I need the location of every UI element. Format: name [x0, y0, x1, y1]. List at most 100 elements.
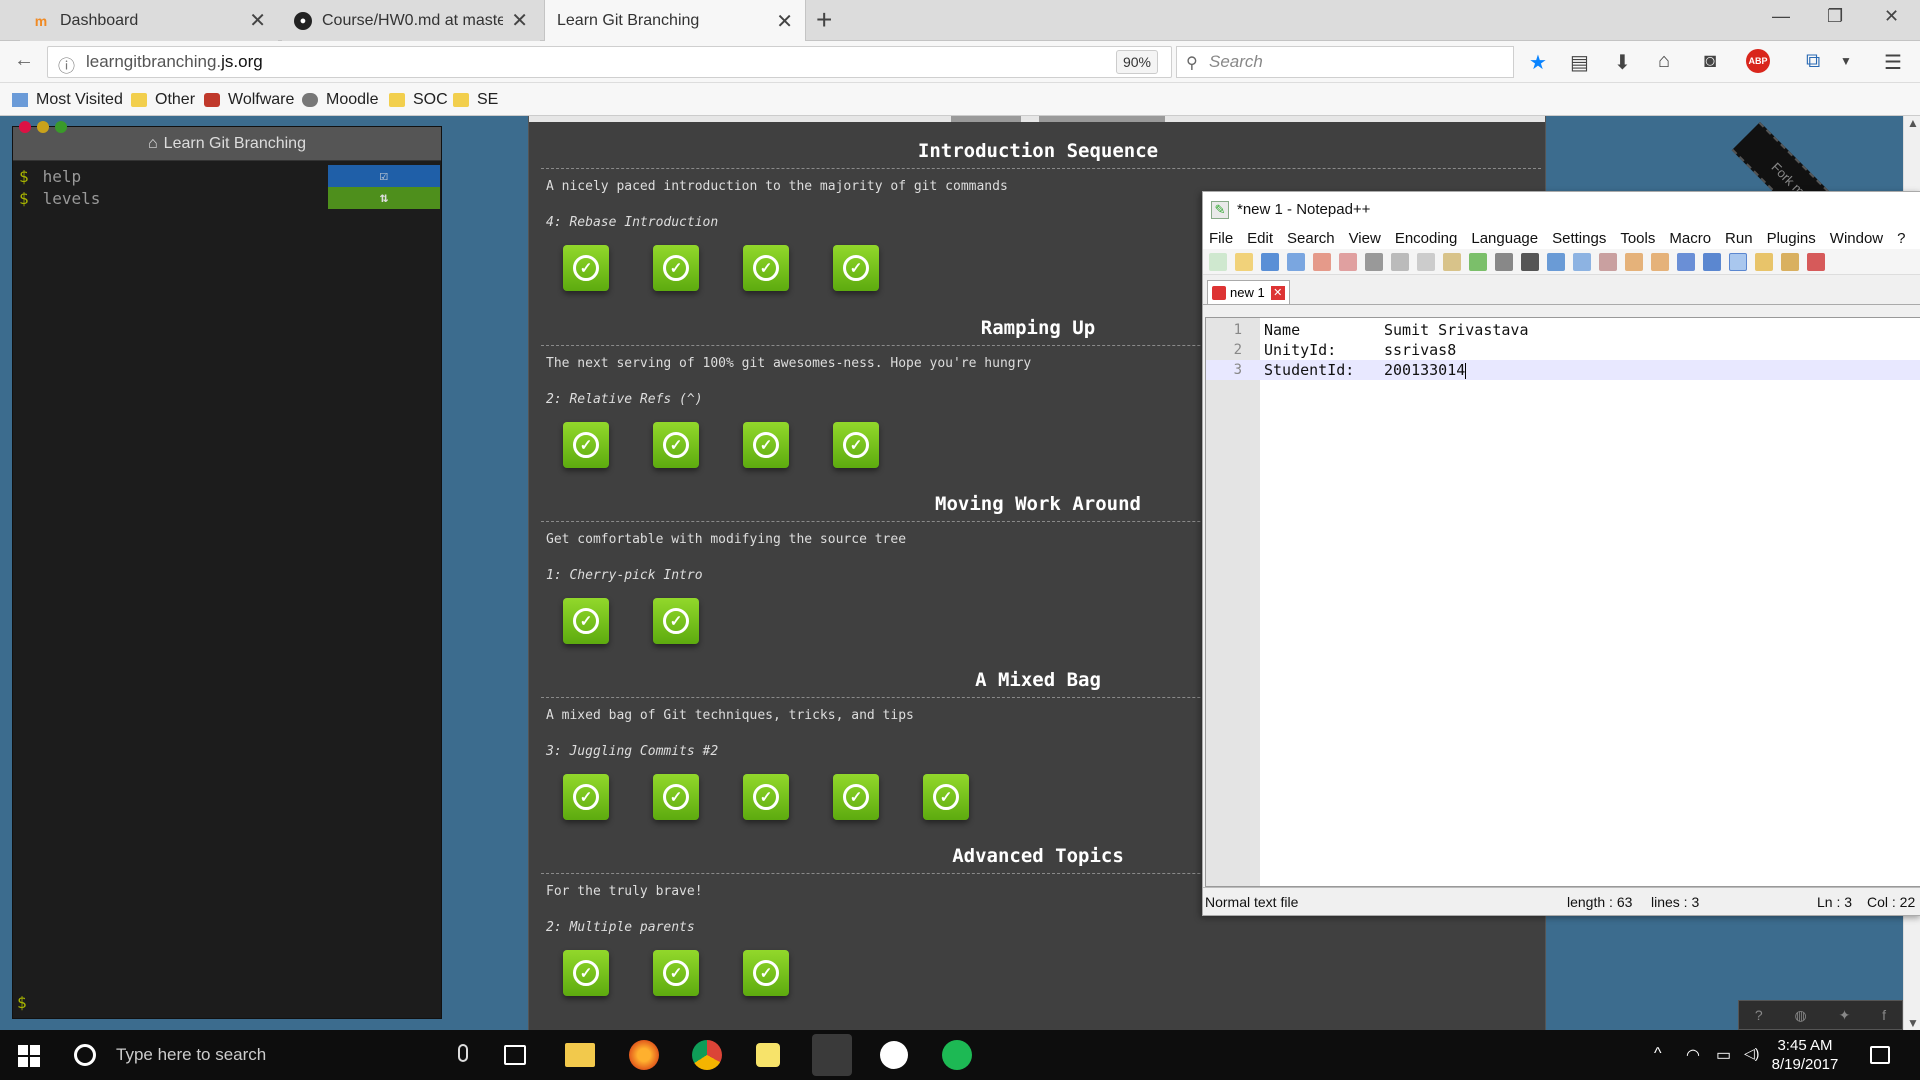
home-icon[interactable]: ⌂ — [1658, 50, 1670, 73]
level-icon[interactable]: ✓ — [653, 774, 699, 820]
show-all-chars-icon[interactable] — [1703, 252, 1721, 271]
indent-guide-icon[interactable] — [1729, 252, 1747, 271]
menu-view[interactable]: View — [1349, 230, 1381, 247]
cut-icon[interactable] — [1391, 252, 1409, 271]
level-icon[interactable]: ✓ — [653, 245, 699, 291]
pocket-icon[interactable]: ◙ — [1704, 50, 1716, 73]
translate-icon[interactable]: ⧉ — [1806, 50, 1820, 73]
close-all-icon[interactable] — [1339, 252, 1357, 271]
tab-github-course[interactable]: ● Course/HW0.md at master · ✕ — [282, 0, 540, 41]
level-icon[interactable]: ✓ — [833, 422, 879, 468]
find-icon[interactable] — [1521, 252, 1539, 271]
level-icon[interactable]: ✓ — [743, 950, 789, 996]
menu-file[interactable]: File — [1209, 230, 1233, 247]
terminal-command-line[interactable]: $ help ☑ — [13, 165, 441, 187]
notepad-tab-new1[interactable]: new 1 ✕ — [1207, 280, 1290, 304]
zoom-in-icon[interactable] — [1573, 252, 1591, 271]
bookmark-wolfware[interactable]: Wolfware — [204, 91, 294, 109]
bookmark-other[interactable]: Other — [131, 91, 195, 109]
task-view-icon[interactable] — [504, 1045, 526, 1065]
facebook-icon[interactable]: f — [1882, 1007, 1886, 1023]
menu-edit[interactable]: Edit — [1247, 230, 1273, 247]
file-explorer-icon[interactable] — [565, 1043, 595, 1067]
level-icon[interactable]: ✓ — [743, 774, 789, 820]
level-icon[interactable]: ✓ — [653, 950, 699, 996]
menu-language[interactable]: Language — [1471, 230, 1538, 247]
menu-window[interactable]: Window — [1830, 230, 1883, 247]
bookmark-soc[interactable]: SOC — [389, 91, 448, 109]
open-file-icon[interactable] — [1235, 252, 1253, 271]
bookmark-se[interactable]: SE — [453, 91, 498, 109]
editor-line-current[interactable]: 3 StudentId: 200133014 — [1206, 360, 1920, 380]
taskbar-clock[interactable]: 3:45 AM 8/19/2017 — [1750, 1036, 1860, 1074]
scroll-up-icon[interactable]: ▲ — [1907, 116, 1919, 130]
wifi-icon[interactable]: ◠ — [1686, 1045, 1700, 1065]
levels-tab-main[interactable] — [951, 116, 1021, 122]
text-editor[interactable]: 1 Name Sumit Srivastava 2 UnityId: ssrivas… — [1205, 317, 1920, 887]
reading-list-icon[interactable]: ▤ — [1570, 50, 1589, 75]
restore-icon[interactable]: ❐ — [1827, 6, 1843, 27]
record-macro-icon[interactable] — [1807, 252, 1825, 271]
level-icon[interactable]: ✓ — [833, 774, 879, 820]
info-icon[interactable]: ⓘ — [58, 52, 75, 77]
print-icon[interactable] — [1365, 252, 1383, 271]
level-icon[interactable]: ✓ — [563, 245, 609, 291]
copy-icon[interactable] — [1417, 252, 1435, 271]
level-icon[interactable]: ✓ — [563, 774, 609, 820]
twitter-icon[interactable]: ✦ — [1839, 1007, 1851, 1024]
menu-tools[interactable]: Tools — [1620, 230, 1655, 247]
url-bar[interactable]: ⓘ learngitbranching.js.org 90% ↻ — [47, 46, 1197, 78]
close-icon[interactable]: ✕ — [511, 8, 528, 33]
terminal-input-prompt[interactable]: $ — [17, 993, 27, 1012]
tab-dashboard[interactable]: m Dashboard ✕ — [20, 0, 278, 41]
close-file-icon[interactable] — [1313, 252, 1331, 271]
bookmark-star-icon[interactable]: ★ — [1529, 50, 1547, 75]
adblock-plus-icon[interactable]: ABP — [1746, 49, 1770, 73]
level-icon[interactable]: ✓ — [923, 774, 969, 820]
sync-vertical-icon[interactable] — [1625, 252, 1643, 271]
new-file-icon[interactable] — [1209, 252, 1227, 271]
word-wrap-icon[interactable] — [1677, 252, 1695, 271]
level-icon[interactable]: ✓ — [833, 245, 879, 291]
save-all-icon[interactable] — [1287, 252, 1305, 271]
search-input[interactable]: ⚲ Search — [1176, 46, 1514, 78]
menu-settings[interactable]: Settings — [1552, 230, 1606, 247]
close-icon[interactable]: ✕ — [1270, 285, 1285, 300]
scroll-down-icon[interactable]: ▼ — [1907, 1016, 1919, 1030]
tab-learn-git-branching[interactable]: Learn Git Branching ✕ — [544, 0, 806, 42]
globe-icon[interactable]: ◍ — [1795, 1007, 1807, 1024]
close-icon[interactable]: ✕ — [776, 9, 793, 34]
menu-help[interactable]: ? — [1897, 230, 1905, 247]
taskbar-search-input[interactable]: Type here to search — [60, 1030, 480, 1080]
level-icon[interactable]: ✓ — [563, 950, 609, 996]
chevron-up-icon[interactable]: ^ — [1654, 1045, 1662, 1063]
menu-encoding[interactable]: Encoding — [1395, 230, 1458, 247]
zoom-out-icon[interactable] — [1599, 252, 1617, 271]
level-icon[interactable]: ✓ — [653, 598, 699, 644]
redo-icon[interactable] — [1495, 252, 1513, 271]
zoom-indicator[interactable]: 90% — [1116, 50, 1158, 74]
undo-icon[interactable] — [1469, 252, 1487, 271]
menu-search[interactable]: Search — [1287, 230, 1335, 247]
bookmark-moodle[interactable]: Moodle — [302, 91, 378, 109]
cortana-icon[interactable] — [74, 1044, 96, 1066]
minimize-dot-icon[interactable] — [37, 121, 49, 133]
level-icon[interactable]: ✓ — [563, 422, 609, 468]
level-icon[interactable]: ✓ — [743, 245, 789, 291]
levels-tab-remote[interactable] — [1039, 116, 1165, 122]
close-dot-icon[interactable] — [19, 121, 31, 133]
back-arrow-icon[interactable]: ← — [14, 49, 34, 72]
git-terminal[interactable]: ⌂ Learn Git Branching $ help ☑ $ levels … — [12, 121, 442, 1019]
slack-icon[interactable] — [880, 1041, 908, 1069]
terminal-command-line[interactable]: $ levels ⇅ — [13, 187, 441, 209]
minimize-icon[interactable]: — — [1772, 6, 1790, 27]
sticky-notes-icon[interactable] — [756, 1043, 780, 1067]
function-list-icon[interactable] — [1781, 252, 1799, 271]
save-icon[interactable] — [1261, 252, 1279, 271]
hamburger-menu-icon[interactable]: ☰ — [1884, 50, 1902, 75]
notepad-plus-plus-window[interactable]: ✎ *new 1 - Notepad++ File Edit Search Vi… — [1202, 191, 1920, 916]
new-tab-icon[interactable]: + — [816, 4, 832, 36]
level-icon[interactable]: ✓ — [563, 598, 609, 644]
close-window-icon[interactable]: ✕ — [1884, 6, 1899, 27]
editor-line[interactable]: 1 Name Sumit Srivastava — [1206, 320, 1920, 340]
